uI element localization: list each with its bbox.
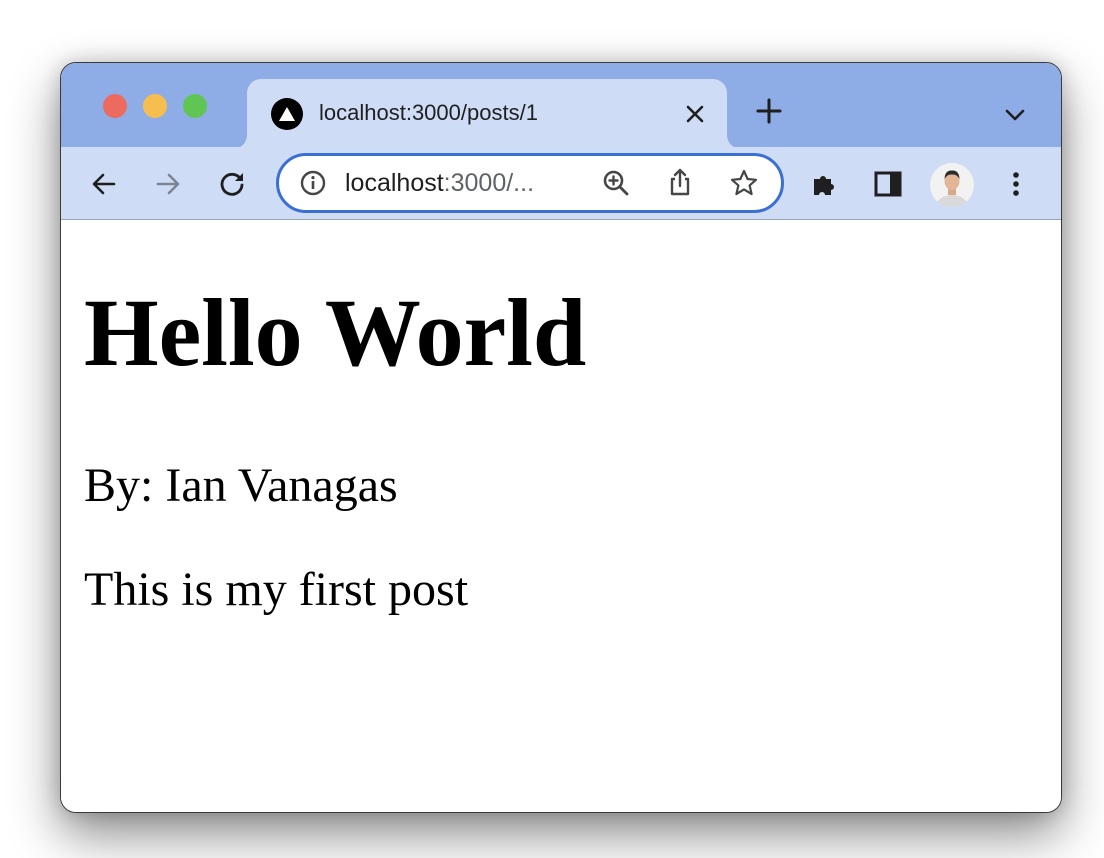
kebab-menu-icon[interactable] bbox=[1001, 169, 1031, 199]
star-icon[interactable] bbox=[729, 168, 759, 198]
browser-window: localhost:3000/posts/1 localhost:3000/..… bbox=[60, 62, 1062, 813]
zoom-in-icon[interactable] bbox=[601, 168, 631, 198]
url-text[interactable]: localhost:3000/... bbox=[345, 169, 534, 198]
close-icon[interactable] bbox=[681, 100, 709, 128]
info-icon[interactable] bbox=[299, 169, 327, 197]
side-panel-icon[interactable] bbox=[873, 169, 903, 199]
chevron-down-icon[interactable] bbox=[1003, 103, 1027, 127]
maximize-window-button[interactable] bbox=[183, 94, 207, 118]
puzzle-icon[interactable] bbox=[809, 169, 839, 199]
back-arrow-icon[interactable] bbox=[89, 169, 119, 199]
share-icon[interactable] bbox=[665, 167, 695, 197]
plus-icon[interactable] bbox=[755, 97, 783, 125]
forward-arrow-icon[interactable] bbox=[153, 169, 183, 199]
post-body: This is my first post bbox=[84, 563, 469, 616]
post-heading: Hello World bbox=[84, 279, 587, 386]
active-tab[interactable]: localhost:3000/posts/1 bbox=[247, 79, 727, 149]
close-window-button[interactable] bbox=[103, 94, 127, 118]
triangle-logo-icon bbox=[271, 98, 303, 130]
tab-strip: localhost:3000/posts/1 bbox=[61, 63, 1061, 149]
address-bar[interactable]: localhost:3000/... bbox=[276, 153, 784, 213]
profile-avatar[interactable] bbox=[930, 163, 974, 207]
minimize-window-button[interactable] bbox=[143, 94, 167, 118]
toolbar: localhost:3000/... bbox=[61, 147, 1061, 220]
reload-icon[interactable] bbox=[217, 169, 247, 199]
post-author: By: Ian Vanagas bbox=[84, 459, 398, 512]
page-content: Hello World By: Ian Vanagas This is my f… bbox=[61, 220, 1061, 812]
tab-title: localhost:3000/posts/1 bbox=[319, 100, 538, 125]
